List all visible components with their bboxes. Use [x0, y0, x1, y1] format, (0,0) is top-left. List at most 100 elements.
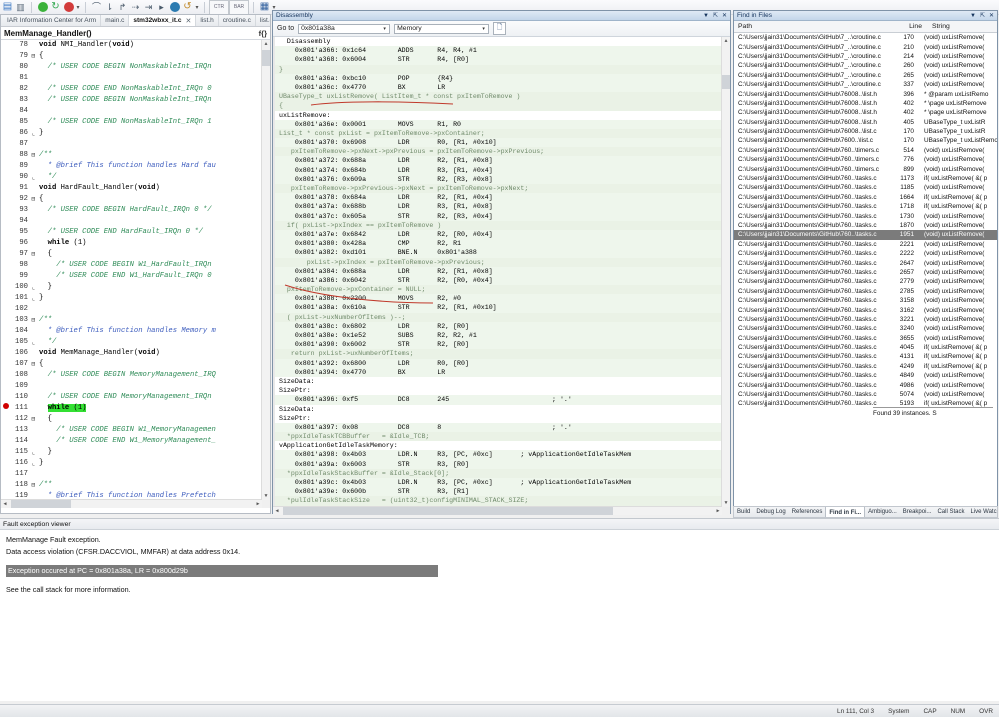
find-result-row[interactable]: C:\Users\jjain31\Documents\GitHub\760..\…	[734, 315, 997, 324]
disassembly-line[interactable]: *ppxIdleTaskStackBuffer = &Idle_Stack[0]…	[275, 468, 722, 478]
fold-marker-icon[interactable]: ⌞	[30, 447, 37, 458]
disassembly-line[interactable]: uxListRemove:	[275, 110, 722, 120]
disassembly-line[interactable]: SizePtr:	[275, 413, 722, 423]
find-result-row[interactable]: C:\Users\jjain31\Documents\GitHub\760..\…	[734, 211, 997, 220]
code-line[interactable]: 92 ⊟{	[1, 194, 262, 205]
scroll-right-icon[interactable]: ▶	[254, 500, 262, 508]
find-result-row[interactable]: C:\Users\jjain31\Documents\GitHub\760..\…	[734, 352, 997, 361]
disassembly-line[interactable]: *ppxIdleTaskTCBBuffer = &Idle_TCB;	[275, 432, 722, 442]
fault-line-highlighted[interactable]: Exception occured at PC = 0x801a38a, LR …	[6, 565, 438, 577]
bottom-tab-build[interactable]: Build	[734, 507, 753, 517]
disassembly-line[interactable]: 0x801'a388: 0x2200 MOVS R2, #0	[275, 294, 722, 304]
bottom-tab-call-stack[interactable]: Call Stack	[934, 507, 967, 517]
column-header-line[interactable]: Line	[888, 23, 926, 30]
find-result-row[interactable]: C:\Users\jjain31\Documents\GitHub\7_..\c…	[734, 33, 997, 42]
code-line[interactable]: 106 void MemManage_Handler(void)	[1, 348, 262, 359]
fault-line[interactable]: See the call stack for more information.	[6, 584, 999, 596]
chevron-down-icon[interactable]: ▾	[479, 26, 488, 32]
code-line[interactable]: 80 /* USER CODE BEGIN NonMaskableInt_IRQ…	[1, 62, 262, 73]
editor-hscroll-thumb[interactable]	[11, 500, 71, 508]
disassembly-line[interactable]: 0x801'a366: 0x1c64 ADDS R4, R4, #1	[275, 46, 722, 56]
fold-marker-icon[interactable]: ⌞	[30, 128, 37, 139]
view-breakpoints-icon[interactable]: BAR	[229, 0, 249, 15]
find-result-row[interactable]: C:\Users\jjain31\Documents\GitHub\760..\…	[734, 380, 997, 389]
go-icon[interactable]: ▸	[155, 1, 168, 14]
code-line[interactable]: 118 ⊟/**	[1, 480, 262, 491]
disassembly-line[interactable]: vApplicationGetIdleTaskMemory:	[275, 441, 722, 451]
column-header-path[interactable]: Path	[738, 23, 888, 30]
code-line[interactable]: 87	[1, 139, 262, 150]
code-line[interactable]: 100 ⌞ }	[1, 282, 262, 293]
disassembly-line[interactable]: 0x801'a36e: 0x0001 MOVS R1, R0	[275, 119, 722, 129]
code-line[interactable]: 79 ⊟{	[1, 51, 262, 62]
editor-tab-croutine-c[interactable]: croutine.c	[219, 15, 256, 26]
save-all-icon[interactable]: ▥	[14, 1, 27, 14]
code-line[interactable]: 90 ⌞ */	[1, 172, 262, 183]
zone-combo[interactable]: Memory ▾	[394, 23, 490, 34]
fold-marker-icon[interactable]: ⊟	[30, 414, 37, 425]
toggle-breakpoint-icon[interactable]: CTR	[209, 0, 229, 15]
disassembly-line[interactable]: 0x801'a374: 0x684b LDR R3, [R1, #0x4]	[275, 165, 722, 175]
find-result-row[interactable]: C:\Users\jjain31\Documents\GitHub\7600..…	[734, 136, 997, 145]
disassembly-line[interactable]: 0x801'a370: 0x6908 LDR R0, [R1, #0x10]	[275, 138, 722, 148]
editor-tab-stm32wbxx-it-c[interactable]: stm32wbxx_it.c ✕	[129, 15, 197, 26]
chevron-down-icon[interactable]: ▾	[380, 26, 389, 32]
fold-marker-icon[interactable]: ⊟	[30, 359, 37, 370]
disassembly-line[interactable]: SizeData:	[275, 404, 722, 414]
close-icon[interactable]: ✕	[722, 12, 727, 19]
find-result-row[interactable]: C:\Users\jjain31\Documents\GitHub\760..\…	[734, 268, 997, 277]
editor-tab-iar-information-center-for-arm[interactable]: IAR Information Center for Arm	[3, 15, 102, 26]
code-line[interactable]: 105 ⌞ */	[1, 337, 262, 348]
find-result-row[interactable]: C:\Users\jjain31\Documents\GitHub\760..\…	[734, 277, 997, 286]
find-result-row[interactable]: C:\Users\jjain31\Documents\GitHub\760..\…	[734, 183, 997, 192]
disassembly-line[interactable]: 0x801'a394: 0x4770 BX LR	[275, 367, 722, 377]
disassembly-line[interactable]: 0x801'a38e: 0x1e52 SUBS R2, R2, #1	[275, 331, 722, 341]
code-line[interactable]: 98 /* USER CODE BEGIN W1_HardFault_IRQn	[1, 260, 262, 271]
code-line[interactable]: 94	[1, 216, 262, 227]
disassembly-line[interactable]: 0x801'a37e: 0x6842 LDR R2, [R0, #0x4]	[275, 229, 722, 240]
bottom-tab-debug-log[interactable]: Debug Log	[753, 507, 788, 517]
fold-marker-icon[interactable]: ⊟	[30, 51, 37, 62]
disassembly-line[interactable]: 0x801'a397: 0x08 DC8 8 ; '.'	[275, 422, 722, 433]
code-line[interactable]: 97 ⊟ {	[1, 249, 262, 260]
find-result-row[interactable]: C:\Users\jjain31\Documents\GitHub\760..\…	[734, 305, 997, 314]
find-result-row[interactable]: C:\Users\jjain31\Documents\GitHub\76008.…	[734, 118, 997, 127]
editor-horizontal-scrollbar[interactable]: ◀ ▶	[1, 499, 262, 508]
code-line[interactable]: 104 * @brief This function handles Memor…	[1, 326, 262, 337]
run-to-cursor-icon[interactable]: ⇥	[142, 1, 155, 14]
find-result-row[interactable]: C:\Users\jjain31\Documents\GitHub\7_..\c…	[734, 61, 997, 70]
scroll-up-icon[interactable]: ▲	[262, 40, 270, 48]
fold-marker-icon[interactable]: ⌞	[30, 337, 37, 348]
disassembly-line[interactable]: return pxList->uxNumberOfItems;	[275, 349, 722, 359]
step-into-icon[interactable]: ⇂	[103, 1, 116, 14]
fault-line[interactable]: MemManage Fault exception.	[6, 534, 999, 546]
code-line[interactable]: 110 /* USER CODE END MemoryManagement_IR…	[1, 392, 262, 403]
code-line[interactable]: 112 ⊟ {	[1, 414, 262, 425]
disassembly-line[interactable]: 0x801'a386: 0x6042 STR R2, [R0, #0x4]	[275, 275, 722, 286]
disassembly-line[interactable]: 0x801'a36a: 0xbc10 POP {R4}	[275, 73, 722, 83]
disassembly-horizontal-scrollbar[interactable]: ◀ ▶	[273, 506, 722, 515]
code-line[interactable]: 78 void NMI_Handler(void)	[1, 40, 262, 51]
cmsis-pack-icon[interactable]: ▦	[258, 1, 271, 14]
find-result-row[interactable]: C:\Users\jjain31\Documents\GitHub\7_..\c…	[734, 52, 997, 61]
find-result-row[interactable]: C:\Users\jjain31\Documents\GitHub\760..\…	[734, 324, 997, 333]
scroll-left-icon[interactable]: ◀	[1, 500, 9, 508]
disassembly-line[interactable]: *pulIdleTaskStackSize = (uint32_t)config…	[275, 496, 722, 506]
disassembly-line[interactable]: 0x801'a376: 0x609a STR R2, [R3, #0x8]	[275, 174, 722, 184]
code-line[interactable]: 107 ⊟{	[1, 359, 262, 370]
code-line[interactable]: 89 * @brief This function handles Hard f…	[1, 161, 262, 172]
code-line[interactable]: 102	[1, 304, 262, 315]
find-result-row[interactable]: C:\Users\jjain31\Documents\GitHub\76008.…	[734, 89, 997, 98]
new-document-icon[interactable]: ▤	[1, 1, 14, 14]
stop-build-icon[interactable]	[62, 1, 75, 14]
code-line[interactable]: 114 /* USER CODE END W1_MemoryManagement…	[1, 436, 262, 447]
fold-marker-icon[interactable]: ⌞	[30, 458, 37, 469]
disassembly-line[interactable]: pxList->pxIndex = pxItemToRemove->pxPrev…	[275, 257, 722, 267]
fold-marker-icon[interactable]: ⌞	[30, 293, 37, 304]
disassembly-line[interactable]: ( pxList->uxNumberOfItems )--;	[275, 312, 722, 322]
code-line[interactable]: 108 /* USER CODE BEGIN MemoryManagement_…	[1, 370, 262, 381]
disassembly-line[interactable]: SizeData:	[275, 376, 722, 387]
disassembly-line[interactable]: Disassembly	[275, 37, 722, 47]
find-result-row[interactable]: C:\Users\jjain31\Documents\GitHub\760..\…	[734, 174, 997, 183]
disassembly-line[interactable]: 0x801'a39c: 0x4b03 LDR.N R3, [PC, #0xc] …	[275, 478, 722, 488]
